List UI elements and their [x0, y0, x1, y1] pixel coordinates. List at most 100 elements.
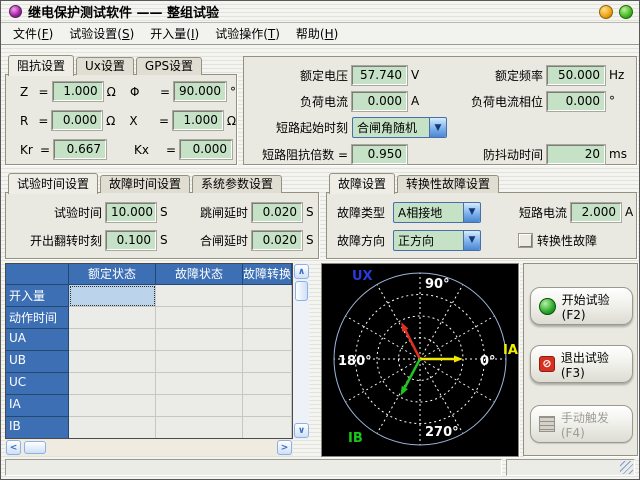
scroll-down-icon[interactable]: ∨	[294, 423, 309, 438]
menu-binary-input[interactable]: 开入量(I)	[142, 23, 207, 44]
short-current-input[interactable]: 2.000	[571, 203, 621, 222]
table-corner	[6, 264, 69, 285]
horizontal-scrollbar[interactable]: < >	[5, 439, 293, 456]
menu-help[interactable]: 帮助(H)	[288, 23, 346, 44]
r-input[interactable]: 0.000	[52, 111, 102, 130]
col-header-convert[interactable]: 故障转换	[243, 264, 292, 285]
table-cell[interactable]	[156, 417, 243, 439]
debounce-input[interactable]: 20	[547, 145, 605, 164]
app-window: 继电保护测试软件 —— 整组试验 文件(F) 试验设置(S) 开入量(I) 试验…	[0, 0, 640, 480]
table-cell[interactable]	[69, 373, 156, 395]
load-current-input[interactable]: 0.000	[352, 92, 407, 111]
impedance-panel: 阻抗设置 Ux设置 GPS设置 Z= 1.000 Ω Φ= 90.000 ° R…	[5, 53, 237, 165]
tab-test-time-settings[interactable]: 试验时间设置	[8, 173, 98, 194]
table-cell[interactable]	[156, 351, 243, 373]
rated-freq-unit: Hz	[605, 68, 624, 82]
scroll-left-icon[interactable]: <	[6, 440, 21, 455]
table-cell[interactable]	[156, 373, 243, 395]
row-header[interactable]: UC	[6, 373, 69, 395]
col-header-rated[interactable]: 额定状态	[69, 264, 156, 285]
row-header[interactable]: UB	[6, 351, 69, 373]
tab-gps-settings[interactable]: GPS设置	[136, 57, 202, 75]
table-cell[interactable]	[243, 417, 292, 439]
rated-freq-input[interactable]: 50.000	[547, 66, 605, 85]
row-header[interactable]: 动作时间	[6, 307, 69, 329]
short-start-label: 短路起始时刻	[252, 119, 348, 136]
tab-ux-settings[interactable]: Ux设置	[76, 57, 134, 75]
resize-grip[interactable]	[620, 461, 633, 474]
tab-fault-settings[interactable]: 故障设置	[329, 173, 395, 194]
table-cell[interactable]	[156, 329, 243, 351]
rated-freq-label: 额定频率	[433, 67, 543, 84]
table-cell[interactable]	[243, 373, 292, 395]
fault-type-combo[interactable]: A相接地 ▼	[393, 202, 481, 223]
x-input[interactable]: 1.000	[173, 111, 223, 130]
fault-direction-combo[interactable]: 正方向 ▼	[393, 230, 481, 251]
trip-delay-input[interactable]: 0.020	[252, 203, 302, 222]
convert-fault-checkbox[interactable]	[519, 234, 532, 247]
minimize-button[interactable]	[599, 5, 613, 19]
col-header-fault[interactable]: 故障状态	[156, 264, 243, 285]
row-header[interactable]: IA	[6, 395, 69, 417]
combo-arrow-icon[interactable]: ▼	[463, 231, 480, 250]
tab-system-param-settings[interactable]: 系统参数设置	[192, 175, 282, 193]
exit-test-button[interactable]: ⊘ 退出试验(F3)	[530, 345, 633, 383]
vertical-scrollbar[interactable]: ∧ ∨	[293, 263, 309, 439]
table-cell[interactable]	[156, 307, 243, 329]
tab-convert-fault-settings[interactable]: 转换性故障设置	[397, 175, 499, 193]
kx-input[interactable]: 0.000	[180, 140, 232, 159]
z-input[interactable]: 1.000	[53, 82, 103, 101]
menu-file[interactable]: 文件(F)	[5, 23, 61, 44]
row-header[interactable]: 开入量	[6, 285, 69, 307]
flip-time-input[interactable]: 0.100	[106, 231, 156, 250]
kr-input[interactable]: 0.667	[54, 140, 106, 159]
tab-impedance-settings[interactable]: 阻抗设置	[8, 55, 74, 76]
tab-fault-time-settings[interactable]: 故障时间设置	[100, 175, 190, 193]
results-table: 额定状态 故障状态 故障转换 开入量 动作时间 UA UB UC IA	[5, 263, 309, 456]
table-cell[interactable]	[156, 285, 243, 307]
table-cell[interactable]	[69, 417, 156, 439]
table-cell[interactable]	[243, 329, 292, 351]
polar-plot: 90°0°180°270°UXIAIB	[322, 264, 518, 456]
close-delay-unit: S	[302, 233, 314, 247]
action-button-panel: 开始试验(F2) ⊘ 退出试验(F3) 手动触发(F4)	[523, 263, 638, 456]
menu-test-settings[interactable]: 试验设置(S)	[61, 23, 142, 44]
rated-voltage-input[interactable]: 57.740	[352, 66, 407, 85]
manual-trigger-icon	[539, 416, 555, 432]
horizontal-scroll-thumb[interactable]	[24, 441, 46, 454]
table-cell[interactable]	[243, 351, 292, 373]
start-test-button[interactable]: 开始试验(F2)	[530, 287, 633, 325]
row-header[interactable]: IB	[6, 417, 69, 439]
table-cell[interactable]	[69, 329, 156, 351]
table-cell[interactable]	[156, 395, 243, 417]
debounce-unit: ms	[605, 147, 627, 161]
scroll-up-icon[interactable]: ∧	[294, 264, 309, 279]
combo-arrow-icon[interactable]: ▼	[463, 203, 480, 222]
table-cell[interactable]	[243, 307, 292, 329]
table-cell[interactable]	[243, 395, 292, 417]
svg-text:IA: IA	[503, 343, 518, 358]
manual-trigger-button: 手动触发(F4)	[530, 405, 633, 443]
phi-input[interactable]: 90.000	[174, 82, 226, 101]
scroll-right-icon[interactable]: >	[277, 440, 292, 455]
vertical-scroll-thumb[interactable]	[295, 281, 308, 301]
fault-settings-panel: 故障设置 转换性故障设置 故障类型 A相接地 ▼ 短路电流 2.000 A 故障…	[326, 171, 637, 259]
test-time-panel: 试验时间设置 故障时间设置 系统参数设置 试验时间 10.000 S 跳闸延时 …	[5, 171, 319, 259]
test-time-label: 试验时间	[14, 204, 102, 221]
table-cell[interactable]	[69, 395, 156, 417]
close-delay-input[interactable]: 0.020	[252, 231, 302, 250]
test-time-input[interactable]: 10.000	[106, 203, 156, 222]
svg-text:90°: 90°	[425, 277, 450, 292]
close-button[interactable]	[619, 5, 633, 19]
table-cell[interactable]	[69, 351, 156, 373]
impedance-mult-input[interactable]: 0.950	[352, 145, 407, 164]
svg-text:0°: 0°	[480, 354, 496, 369]
row-header[interactable]: UA	[6, 329, 69, 351]
load-phase-input[interactable]: 0.000	[547, 92, 605, 111]
menu-test-operation[interactable]: 试验操作(T)	[207, 23, 288, 44]
combo-arrow-icon[interactable]: ▼	[429, 118, 446, 137]
table-cell-selected[interactable]	[69, 285, 156, 307]
table-cell[interactable]	[243, 285, 292, 307]
short-start-combo[interactable]: 合闸角随机 ▼	[352, 117, 447, 138]
table-cell[interactable]	[69, 307, 156, 329]
